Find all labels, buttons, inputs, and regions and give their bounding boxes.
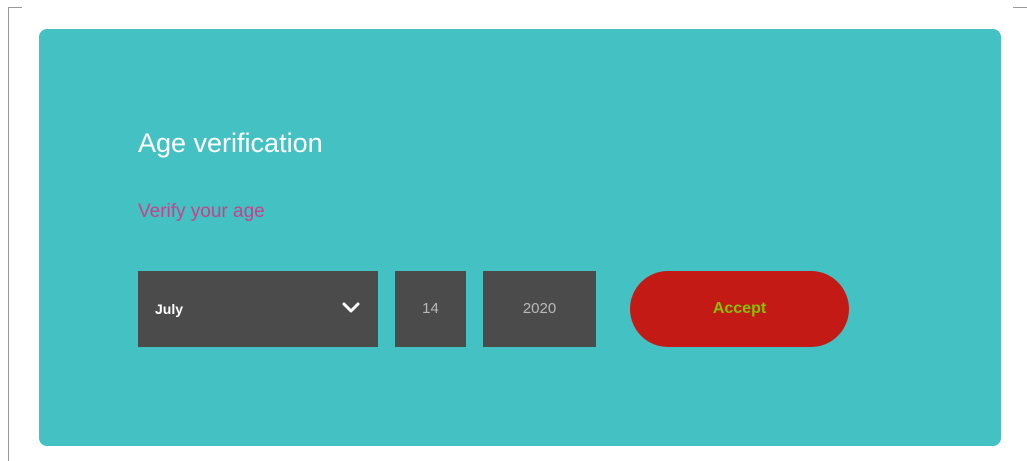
dialog-subtitle: Verify your age: [138, 201, 265, 222]
month-select[interactable]: July: [138, 271, 378, 347]
accept-button[interactable]: Accept: [630, 271, 849, 347]
month-value: July: [155, 301, 184, 317]
year-field[interactable]: 2020: [483, 271, 596, 347]
frame-top-left-rule: [8, 7, 22, 8]
day-field[interactable]: 14: [395, 271, 466, 347]
age-verification-panel: Age verification Verify your age July 14…: [39, 29, 1001, 446]
frame-top-right-rule: [1013, 7, 1027, 8]
page-frame: Age verification Verify your age July 14…: [0, 0, 1027, 461]
dialog-title: Age verification: [138, 128, 323, 158]
frame-left-rule: [8, 7, 9, 461]
chevron-down-icon: [342, 302, 360, 313]
